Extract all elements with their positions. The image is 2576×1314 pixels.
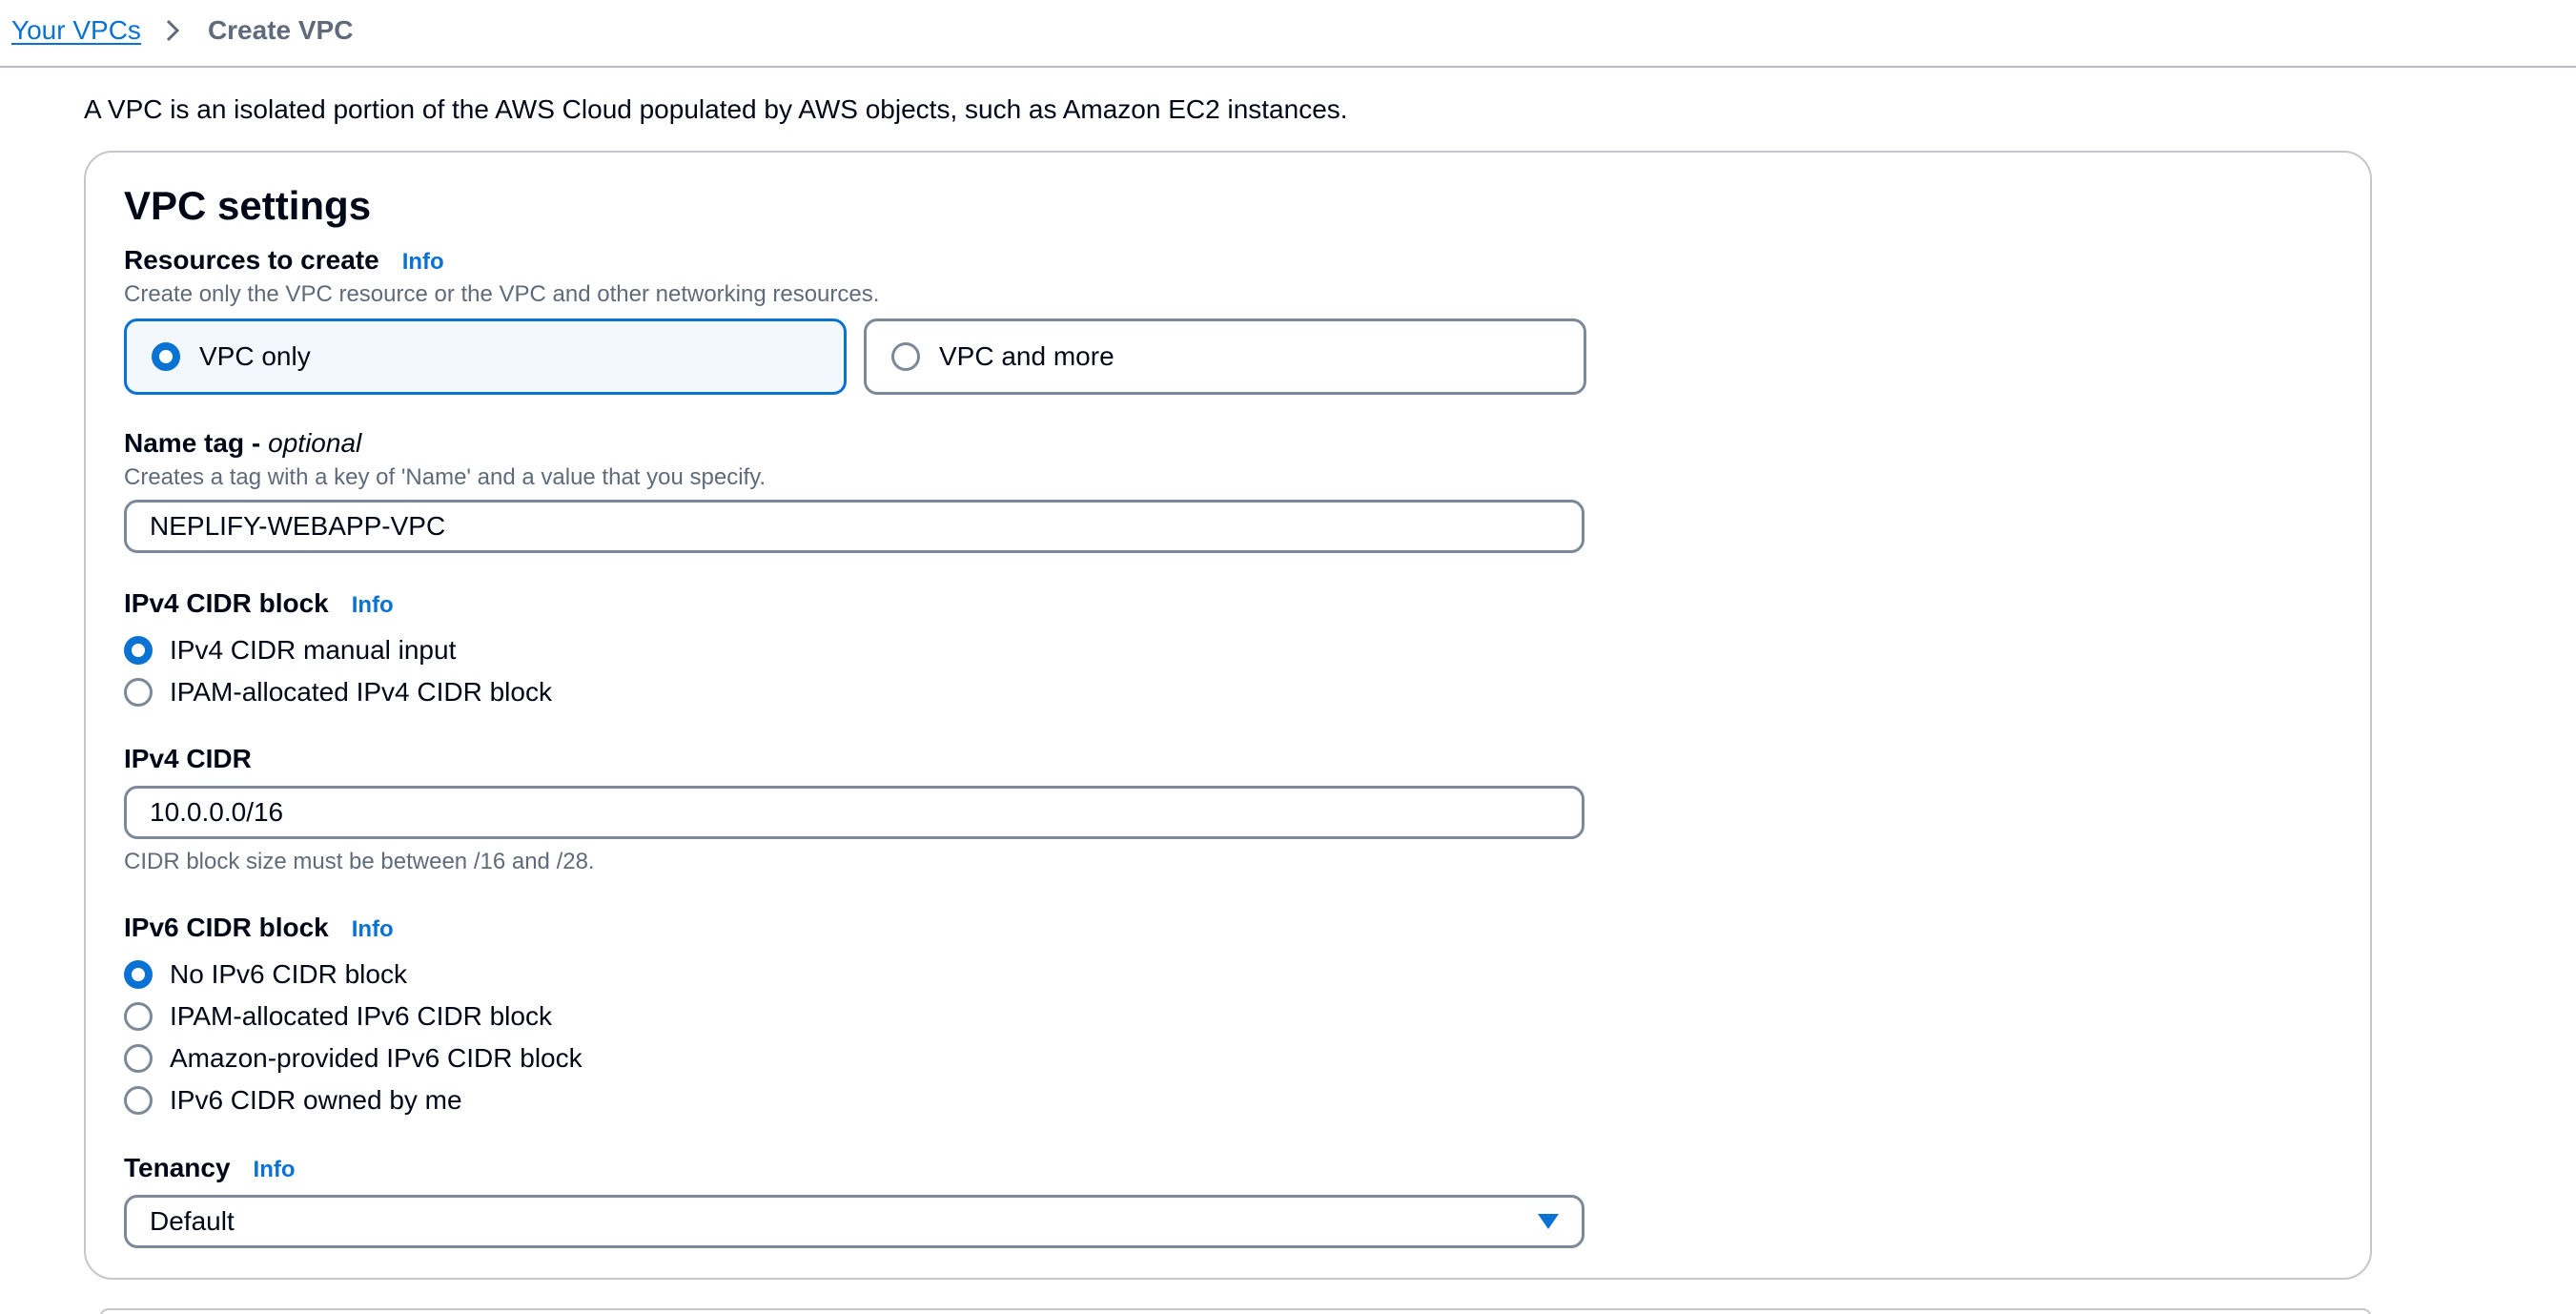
radio-vpc-only[interactable] bbox=[152, 342, 180, 371]
tile-vpc-and-more-label: VPC and more bbox=[939, 341, 1114, 371]
ipv4-cidr-hint: CIDR block size must be between /16 and … bbox=[124, 849, 595, 874]
radio-ipv4-ipam[interactable]: IPAM-allocated IPv4 CIDR block bbox=[124, 675, 552, 709]
resources-label-text: Resources to create bbox=[124, 245, 379, 275]
name-tag-description: Creates a tag with a key of 'Name' and a… bbox=[124, 464, 767, 490]
name-tag-label-text: Name tag - bbox=[124, 428, 261, 458]
radio-ipv4-manual-control[interactable] bbox=[124, 636, 153, 665]
name-tag-input[interactable] bbox=[124, 500, 1584, 553]
page-intro: A VPC is an isolated portion of the AWS … bbox=[84, 94, 1348, 124]
ipv6-block-label-text: IPv6 CIDR block bbox=[124, 913, 329, 942]
resources-description: Create only the VPC resource or the VPC … bbox=[124, 281, 880, 307]
breadcrumb-current: Create VPC bbox=[207, 15, 354, 45]
header-divider bbox=[0, 66, 2576, 68]
radio-ipv6-ipam-control[interactable] bbox=[124, 1002, 153, 1031]
chevron-right-icon bbox=[156, 16, 194, 45]
radio-ipv6-ipam[interactable]: IPAM-allocated IPv6 CIDR block bbox=[124, 999, 552, 1034]
radio-ipv6-owned-control[interactable] bbox=[124, 1086, 153, 1115]
ipv4-block-label: IPv4 CIDR block Info bbox=[124, 586, 394, 623]
vpc-settings-panel: VPC settings Resources to create Info Cr… bbox=[84, 151, 2372, 1280]
radio-ipv6-amazon-label: Amazon-provided IPv6 CIDR block bbox=[170, 1043, 583, 1073]
radio-ipv6-none[interactable]: No IPv6 CIDR block bbox=[124, 957, 407, 992]
breadcrumb-your-vpcs-link[interactable]: Your VPCs bbox=[11, 15, 141, 46]
tenancy-select-value: Default bbox=[150, 1206, 235, 1236]
tile-vpc-and-more[interactable]: VPC and more bbox=[864, 318, 1586, 395]
ipv4-block-info-link[interactable]: Info bbox=[352, 588, 394, 623]
breadcrumb: Your VPCs Create VPC bbox=[11, 10, 353, 51]
tenancy-info-link[interactable]: Info bbox=[254, 1153, 296, 1187]
ipv6-block-info-link[interactable]: Info bbox=[352, 913, 394, 947]
ipv4-cidr-input[interactable] bbox=[124, 786, 1584, 839]
tenancy-select[interactable]: Default bbox=[124, 1195, 1584, 1248]
tile-vpc-only-label: VPC only bbox=[199, 341, 311, 371]
ipv4-block-label-text: IPv4 CIDR block bbox=[124, 588, 329, 618]
radio-ipv6-owned[interactable]: IPv6 CIDR owned by me bbox=[124, 1083, 462, 1118]
radio-ipv6-ipam-label: IPAM-allocated IPv6 CIDR block bbox=[170, 1001, 552, 1031]
radio-ipv4-ipam-control[interactable] bbox=[124, 678, 153, 707]
resources-info-link[interactable]: Info bbox=[402, 245, 444, 279]
radio-ipv4-ipam-label: IPAM-allocated IPv4 CIDR block bbox=[170, 677, 552, 707]
next-panel-edge bbox=[99, 1308, 2372, 1314]
tenancy-label-text: Tenancy bbox=[124, 1153, 231, 1182]
name-tag-optional: optional bbox=[268, 428, 362, 458]
radio-ipv6-none-label: No IPv6 CIDR block bbox=[170, 959, 407, 989]
ipv6-block-label: IPv6 CIDR block Info bbox=[124, 911, 394, 947]
radio-ipv6-amazon-control[interactable] bbox=[124, 1044, 153, 1073]
radio-ipv6-none-control[interactable] bbox=[124, 960, 153, 989]
ipv4-cidr-label-text: IPv4 CIDR bbox=[124, 744, 252, 773]
radio-ipv6-amazon[interactable]: Amazon-provided IPv6 CIDR block bbox=[124, 1041, 583, 1076]
tile-vpc-only[interactable]: VPC only bbox=[124, 318, 847, 395]
radio-ipv6-owned-label: IPv6 CIDR owned by me bbox=[170, 1085, 462, 1115]
name-tag-label: Name tag - optional bbox=[124, 426, 361, 461]
radio-ipv4-manual-label: IPv4 CIDR manual input bbox=[170, 635, 457, 665]
panel-title: VPC settings bbox=[124, 183, 372, 228]
radio-vpc-and-more[interactable] bbox=[891, 342, 920, 371]
ipv4-cidr-label: IPv4 CIDR bbox=[124, 742, 252, 776]
tenancy-label: Tenancy Info bbox=[124, 1151, 296, 1187]
radio-ipv4-manual[interactable]: IPv4 CIDR manual input bbox=[124, 633, 456, 667]
caret-down-icon bbox=[1538, 1214, 1559, 1229]
resources-label: Resources to create Info bbox=[124, 243, 444, 279]
